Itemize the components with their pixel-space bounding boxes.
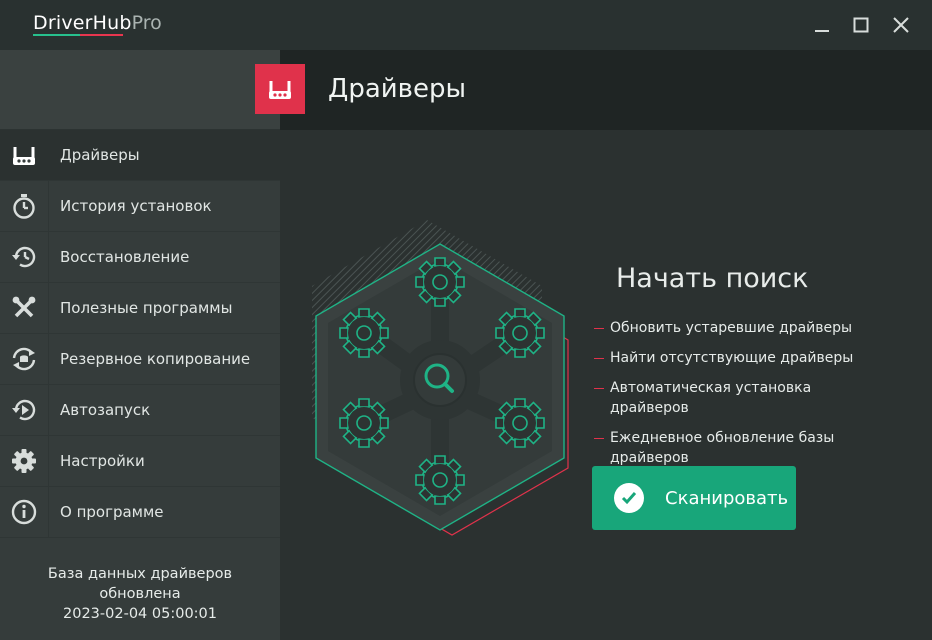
backup-icon bbox=[0, 334, 49, 384]
sidebar-item-label: Автозапуск bbox=[60, 401, 151, 419]
page-header: Драйверы bbox=[255, 50, 932, 130]
drivers-icon bbox=[0, 130, 49, 180]
app-edition: Pro bbox=[131, 12, 162, 34]
minimize-button[interactable] bbox=[807, 10, 837, 40]
logo-underline bbox=[33, 34, 123, 36]
info-icon bbox=[0, 487, 49, 537]
sidebar-item-label: Полезные программы bbox=[60, 299, 233, 317]
close-button[interactable] bbox=[886, 10, 916, 40]
sidebar-item-label: История установок bbox=[60, 197, 212, 215]
sidebar-item-label: Восстановление bbox=[60, 248, 190, 266]
title-bar: DriverHubPro bbox=[0, 0, 932, 50]
sidebar-item-install-history[interactable]: История установок bbox=[0, 181, 280, 232]
app-brand: DriverHub bbox=[33, 12, 132, 34]
database-status: База данных драйверов обновлена 2023-02-… bbox=[0, 564, 280, 624]
sidebar-item-useful-programs[interactable]: Полезные программы bbox=[0, 283, 280, 334]
feature-item: Автоматическая установка драйверов bbox=[594, 378, 894, 418]
page-icon bbox=[255, 64, 305, 114]
feature-item: Ежедневное обновление базы драйверов bbox=[594, 428, 894, 468]
database-status-timestamp: 2023-02-04 05:00:01 bbox=[63, 606, 217, 622]
sidebar-item-label: О программе bbox=[60, 503, 164, 521]
sidebar-item-about[interactable]: О программе bbox=[0, 487, 280, 538]
scan-button-label: Сканировать bbox=[665, 487, 789, 509]
page-title: Драйверы bbox=[328, 74, 466, 104]
drivers-icon bbox=[269, 81, 291, 99]
minimize-icon bbox=[815, 30, 829, 32]
autostart-icon bbox=[0, 385, 49, 435]
checkmark-icon bbox=[614, 483, 644, 513]
stopwatch-icon bbox=[0, 181, 49, 231]
sidebar-item-drivers[interactable]: Драйверы bbox=[0, 130, 280, 181]
sidebar-item-autostart[interactable]: Автозапуск bbox=[0, 385, 280, 436]
gear-icon bbox=[0, 436, 49, 486]
sidebar-item-backup[interactable]: Резервное копирование bbox=[0, 334, 280, 385]
sidebar-header bbox=[0, 50, 280, 130]
sidebar-item-label: Драйверы bbox=[60, 146, 140, 164]
close-icon bbox=[893, 17, 909, 33]
main-panel: Начать поиск Обновить устаревшие драйвер… bbox=[280, 130, 932, 640]
maximize-button[interactable] bbox=[846, 10, 876, 40]
scan-button[interactable]: Сканировать bbox=[592, 466, 796, 530]
scan-illustration bbox=[312, 220, 569, 536]
database-status-line1: База данных драйверов bbox=[47, 566, 233, 582]
sidebar: Драйверы История установок Восстановлени… bbox=[0, 50, 280, 640]
feature-item: Обновить устаревшие драйверы bbox=[594, 318, 894, 338]
sidebar-item-restore[interactable]: Восстановление bbox=[0, 232, 280, 283]
feature-list: Обновить устаревшие драйверы Найти отсут… bbox=[594, 318, 894, 478]
maximize-icon bbox=[853, 17, 869, 33]
sidebar-item-label: Резервное копирование bbox=[60, 350, 251, 368]
tools-icon bbox=[0, 283, 49, 333]
database-status-line2: обновлена bbox=[99, 586, 181, 602]
sidebar-item-label: Настройки bbox=[60, 452, 145, 470]
restore-icon bbox=[0, 232, 49, 282]
sidebar-item-settings[interactable]: Настройки bbox=[0, 436, 280, 487]
scan-heading: Начать поиск bbox=[616, 263, 809, 294]
feature-item: Найти отсутствующие драйверы bbox=[594, 348, 894, 368]
